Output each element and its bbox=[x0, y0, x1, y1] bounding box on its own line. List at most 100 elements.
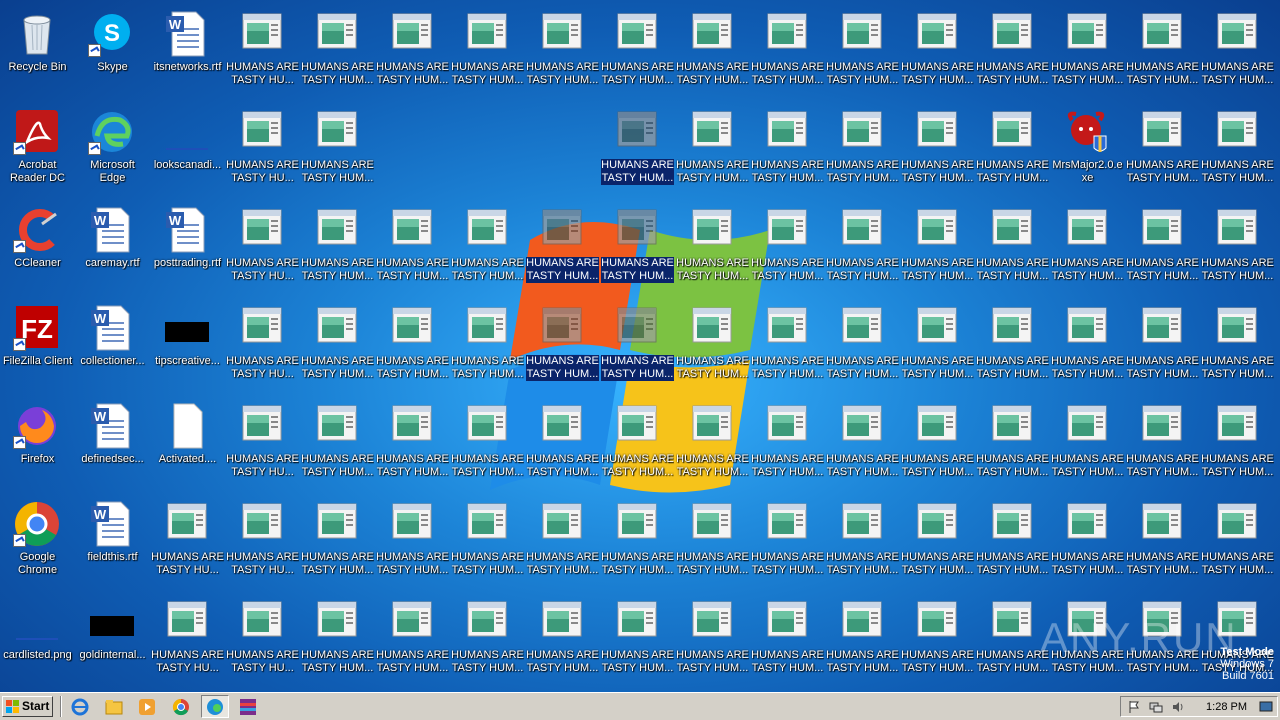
desktop-icon-humans-are-tasty-hum[interactable]: HUMANS ARE TASTY HUM... bbox=[750, 592, 825, 688]
desktop-icon-cardlisted-png[interactable]: cardlisted.png bbox=[0, 592, 75, 688]
desktop-icon-humans-are-tasty-hum[interactable]: HUMANS ARE TASTY HUM... bbox=[1200, 102, 1275, 198]
desktop-icon-humans-are-tasty-hum[interactable]: HUMANS ARE TASTY HUM... bbox=[1050, 396, 1125, 492]
desktop-icon-humans-are-tasty-hum[interactable]: HUMANS ARE TASTY HUM... bbox=[825, 592, 900, 688]
winrar-icon[interactable] bbox=[238, 697, 258, 717]
desktop[interactable]: Recycle Bin Acrobat Reader DC CCleaner FZ Fi… bbox=[0, 0, 1280, 692]
desktop-icon-humans-are-tasty-hum[interactable]: HUMANS ARE TASTY HUM... bbox=[1200, 396, 1275, 492]
desktop-icon-humans-are-tasty-hum[interactable]: HUMANS ARE TASTY HUM... bbox=[600, 200, 675, 296]
desktop-icon-humans-are-tasty-hu[interactable]: HUMANS ARE TASTY HU... bbox=[150, 494, 225, 590]
desktop-icon-humans-are-tasty-hum[interactable]: HUMANS ARE TASTY HUM... bbox=[450, 592, 525, 688]
desktop-icon-humans-are-tasty-hum[interactable]: HUMANS ARE TASTY HUM... bbox=[525, 396, 600, 492]
desktop-icon-mrsmajor2-0-exe[interactable]: MrsMajor2.0.exe bbox=[1050, 102, 1125, 198]
desktop-icon-humans-are-tasty-hum[interactable]: HUMANS ARE TASTY HUM... bbox=[825, 102, 900, 198]
desktop-icon-humans-are-tasty-hum[interactable]: HUMANS ARE TASTY HUM... bbox=[1125, 396, 1200, 492]
desktop-icon-humans-are-tasty-hum[interactable]: HUMANS ARE TASTY HUM... bbox=[750, 4, 825, 100]
desktop-icon-humans-are-tasty-hum[interactable]: HUMANS ARE TASTY HUM... bbox=[975, 396, 1050, 492]
desktop-icon-humans-are-tasty-hum[interactable]: HUMANS ARE TASTY HUM... bbox=[600, 4, 675, 100]
desktop-icon-humans-are-tasty-hum[interactable]: HUMANS ARE TASTY HUM... bbox=[1125, 102, 1200, 198]
desktop-icon-humans-are-tasty-hum[interactable]: HUMANS ARE TASTY HUM... bbox=[825, 396, 900, 492]
desktop-icon-humans-are-tasty-hum[interactable]: HUMANS ARE TASTY HUM... bbox=[975, 102, 1050, 198]
desktop-icon-humans-are-tasty-hum[interactable]: HUMANS ARE TASTY HUM... bbox=[975, 200, 1050, 296]
desktop-icon-humans-are-tasty-hum[interactable]: HUMANS ARE TASTY HUM... bbox=[1125, 494, 1200, 590]
desktop-icon-humans-are-tasty-hum[interactable]: HUMANS ARE TASTY HUM... bbox=[675, 494, 750, 590]
desktop-icon-humans-are-tasty-hum[interactable]: HUMANS ARE TASTY HUM... bbox=[900, 102, 975, 198]
desktop-icon-activated[interactable]: Activated.... bbox=[150, 396, 225, 492]
desktop-icon-humans-are-tasty-hum[interactable]: HUMANS ARE TASTY HUM... bbox=[450, 4, 525, 100]
desktop-icon-definedsec[interactable]: Wdefinedsec... bbox=[75, 396, 150, 492]
desktop-icon-humans-are-tasty-hum[interactable]: HUMANS ARE TASTY HUM... bbox=[450, 298, 525, 394]
desktop-icon-fieldthis-rtf[interactable]: Wfieldthis.rtf bbox=[75, 494, 150, 590]
desktop-icon-posttrading-rtf[interactable]: Wposttrading.rtf bbox=[150, 200, 225, 296]
desktop-icon-humans-are-tasty-hum[interactable]: HUMANS ARE TASTY HUM... bbox=[825, 298, 900, 394]
desktop-icon-humans-are-tasty-hum[interactable]: HUMANS ARE TASTY HUM... bbox=[750, 200, 825, 296]
edge-taskbar-button[interactable] bbox=[201, 695, 229, 718]
desktop-icon-tipscreative[interactable]: tipscreative... bbox=[150, 298, 225, 394]
explorer-icon[interactable] bbox=[104, 697, 124, 717]
desktop-icon-humans-are-tasty-hum[interactable]: HUMANS ARE TASTY HUM... bbox=[975, 592, 1050, 688]
desktop-icon-humans-are-tasty-hum[interactable]: HUMANS ARE TASTY HUM... bbox=[1050, 298, 1125, 394]
desktop-icon-humans-are-tasty-hum[interactable]: HUMANS ARE TASTY HUM... bbox=[1200, 4, 1275, 100]
desktop-icon-humans-are-tasty-hum[interactable]: HUMANS ARE TASTY HUM... bbox=[600, 102, 675, 198]
desktop-icon-humans-are-tasty-hum[interactable]: HUMANS ARE TASTY HUM... bbox=[600, 396, 675, 492]
desktop-icon-humans-are-tasty-hum[interactable]: HUMANS ARE TASTY HUM... bbox=[600, 592, 675, 688]
desktop-icon-humans-are-tasty-hum[interactable]: HUMANS ARE TASTY HUM... bbox=[825, 494, 900, 590]
desktop-icon-humans-are-tasty-hum[interactable]: HUMANS ARE TASTY HUM... bbox=[525, 592, 600, 688]
desktop-icon-humans-are-tasty-hum[interactable]: HUMANS ARE TASTY HUM... bbox=[900, 396, 975, 492]
clock[interactable]: 1:28 PM bbox=[1206, 699, 1247, 715]
desktop-icon-humans-are-tasty-hum[interactable]: HUMANS ARE TASTY HUM... bbox=[1200, 298, 1275, 394]
desktop-icon-humans-are-tasty-hum[interactable]: HUMANS ARE TASTY HUM... bbox=[675, 396, 750, 492]
desktop-icon-humans-are-tasty-hu[interactable]: HUMANS ARE TASTY HU... bbox=[225, 298, 300, 394]
desktop-icon-humans-are-tasty-hum[interactable]: HUMANS ARE TASTY HUM... bbox=[300, 298, 375, 394]
desktop-icon-humans-are-tasty-hum[interactable]: HUMANS ARE TASTY HUM... bbox=[1200, 494, 1275, 590]
desktop-icon-humans-are-tasty-hum[interactable]: HUMANS ARE TASTY HUM... bbox=[975, 298, 1050, 394]
desktop-icon-humans-are-tasty-hum[interactable]: HUMANS ARE TASTY HUM... bbox=[300, 494, 375, 590]
desktop-icon-humans-are-tasty-hum[interactable]: HUMANS ARE TASTY HUM... bbox=[525, 4, 600, 100]
desktop-icon-humans-are-tasty-hum[interactable]: HUMANS ARE TASTY HUM... bbox=[675, 4, 750, 100]
desktop-icon-humans-are-tasty-hum[interactable]: HUMANS ARE TASTY HUM... bbox=[900, 494, 975, 590]
desktop-icon-humans-are-tasty-hum[interactable]: HUMANS ARE TASTY HUM... bbox=[600, 298, 675, 394]
desktop-icon-recycle-bin[interactable]: Recycle Bin bbox=[0, 4, 75, 100]
desktop-icon-humans-are-tasty-hum[interactable]: HUMANS ARE TASTY HUM... bbox=[1125, 298, 1200, 394]
desktop-icon-humans-are-tasty-hu[interactable]: HUMANS ARE TASTY HU... bbox=[225, 200, 300, 296]
desktop-icon-humans-are-tasty-hum[interactable]: HUMANS ARE TASTY HUM... bbox=[375, 396, 450, 492]
desktop-icon-humans-are-tasty-hum[interactable]: HUMANS ARE TASTY HUM... bbox=[600, 494, 675, 590]
desktop-icon-humans-are-tasty-hum[interactable]: HUMANS ARE TASTY HUM... bbox=[825, 200, 900, 296]
desktop-icon-humans-are-tasty-hum[interactable]: HUMANS ARE TASTY HUM... bbox=[300, 200, 375, 296]
desktop-icon-humans-are-tasty-hum[interactable]: HUMANS ARE TASTY HUM... bbox=[300, 4, 375, 100]
desktop-icon-humans-are-tasty-hu[interactable]: HUMANS ARE TASTY HU... bbox=[225, 592, 300, 688]
desktop-icon-humans-are-tasty-hum[interactable]: HUMANS ARE TASTY HUM... bbox=[750, 494, 825, 590]
desktop-icon-humans-are-tasty-hum[interactable]: HUMANS ARE TASTY HUM... bbox=[900, 592, 975, 688]
desktop-icon-itsnetworks-rtf[interactable]: Witsnetworks.rtf bbox=[150, 4, 225, 100]
desktop-icon-humans-are-tasty-hum[interactable]: HUMANS ARE TASTY HUM... bbox=[300, 592, 375, 688]
desktop-icon-humans-are-tasty-hum[interactable]: HUMANS ARE TASTY HUM... bbox=[300, 396, 375, 492]
desktop-icon-humans-are-tasty-hum[interactable]: HUMANS ARE TASTY HUM... bbox=[750, 298, 825, 394]
desktop-icon-humans-are-tasty-hum[interactable]: HUMANS ARE TASTY HUM... bbox=[450, 396, 525, 492]
desktop-icon-humans-are-tasty-hum[interactable]: HUMANS ARE TASTY HUM... bbox=[375, 494, 450, 590]
desktop-icon-humans-are-tasty-hum[interactable]: HUMANS ARE TASTY HUM... bbox=[750, 102, 825, 198]
desktop-icon-goldinternal[interactable]: goldinternal... bbox=[75, 592, 150, 688]
desktop-icon-humans-are-tasty-hum[interactable]: HUMANS ARE TASTY HUM... bbox=[1050, 494, 1125, 590]
desktop-icon-humans-are-tasty-hum[interactable]: HUMANS ARE TASTY HUM... bbox=[525, 298, 600, 394]
desktop-icon-google-chrome[interactable]: Google Chrome bbox=[0, 494, 75, 590]
desktop-icon-humans-are-tasty-hu[interactable]: HUMANS ARE TASTY HU... bbox=[225, 396, 300, 492]
desktop-icon-humans-are-tasty-hum[interactable]: HUMANS ARE TASTY HUM... bbox=[825, 4, 900, 100]
desktop-icon-humans-are-tasty-hu[interactable]: HUMANS ARE TASTY HU... bbox=[225, 494, 300, 590]
ie-icon[interactable] bbox=[70, 697, 90, 717]
volume-icon[interactable] bbox=[1171, 700, 1185, 714]
show-desktop-icon[interactable] bbox=[1259, 700, 1273, 714]
desktop-icon-humans-are-tasty-hum[interactable]: HUMANS ARE TASTY HUM... bbox=[375, 200, 450, 296]
desktop-icon-collectioner[interactable]: Wcollectioner... bbox=[75, 298, 150, 394]
action-center-flag-icon[interactable] bbox=[1127, 700, 1141, 714]
desktop-icon-firefox[interactable]: Firefox bbox=[0, 396, 75, 492]
desktop-icon-acrobat-reader-dc[interactable]: Acrobat Reader DC bbox=[0, 102, 75, 198]
desktop-icon-humans-are-tasty-hum[interactable]: HUMANS ARE TASTY HUM... bbox=[375, 298, 450, 394]
desktop-icon-humans-are-tasty-hum[interactable]: HUMANS ARE TASTY HUM... bbox=[525, 494, 600, 590]
desktop-icon-filezilla-client[interactable]: FZ FileZilla Client bbox=[0, 298, 75, 394]
desktop-icon-humans-are-tasty-hum[interactable]: HUMANS ARE TASTY HUM... bbox=[375, 4, 450, 100]
desktop-icon-humans-are-tasty-hum[interactable]: HUMANS ARE TASTY HUM... bbox=[450, 200, 525, 296]
desktop-icon-humans-are-tasty-hum[interactable]: HUMANS ARE TASTY HUM... bbox=[900, 4, 975, 100]
desktop-icon-humans-are-tasty-hu[interactable]: HUMANS ARE TASTY HU... bbox=[150, 592, 225, 688]
desktop-icon-humans-are-tasty-hum[interactable]: HUMANS ARE TASTY HUM... bbox=[1050, 200, 1125, 296]
desktop-icon-humans-are-tasty-hum[interactable]: HUMANS ARE TASTY HUM... bbox=[900, 298, 975, 394]
desktop-icon-humans-are-tasty-hum[interactable]: HUMANS ARE TASTY HUM... bbox=[675, 200, 750, 296]
